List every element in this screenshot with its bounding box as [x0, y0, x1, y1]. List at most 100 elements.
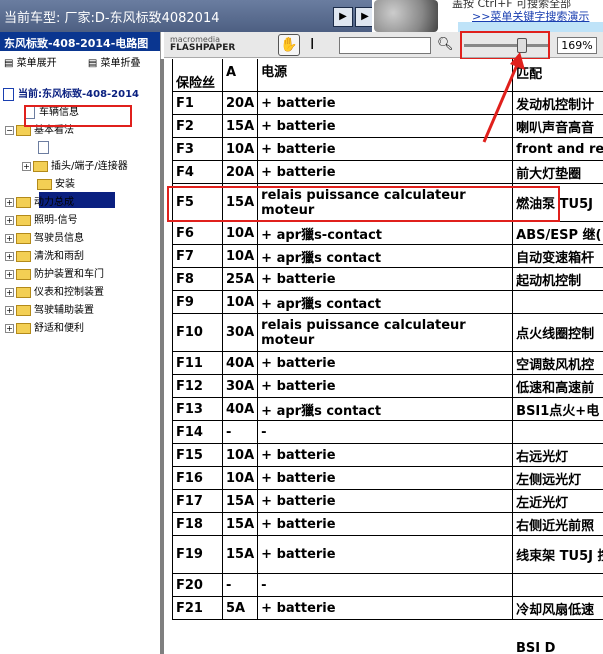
table-row: F20- - [172, 573, 603, 597]
expand-icon[interactable]: + [5, 251, 14, 261]
folder-icon [16, 304, 31, 316]
folder-icon [16, 232, 31, 244]
expand-icon[interactable]: + [5, 197, 14, 207]
table-row: F1 20A + batterie 发动机控制计 [172, 91, 603, 115]
tree-item-driving-aids[interactable]: + 驾驶辅助装置 [5, 302, 94, 320]
function-cell: 线束架 TU5J 控制 [512, 535, 603, 574]
amperage-cell: 10A [221, 443, 259, 467]
table-row: F9 10A + apr獵s contact [172, 290, 603, 314]
tree-item-instruments[interactable]: + 仪表和控制装置 [5, 284, 104, 302]
zoom-level-field[interactable]: 169% [557, 37, 597, 54]
fuse-id-cell: F21 [172, 596, 223, 620]
banner-image [374, 0, 438, 32]
tree-item-install[interactable]: 安装 [37, 176, 75, 194]
fuse-f5-highlight [167, 186, 560, 222]
power-source-cell: + batterie [257, 114, 514, 138]
page-footer-text: BSI D [516, 641, 556, 654]
fuse-id-cell: F15 [172, 443, 223, 467]
tree-item-driver-info[interactable]: + 驾驶员信息 [5, 230, 84, 248]
tree-root[interactable]: 当前:东风标致-408-2014 [3, 86, 139, 104]
power-source-cell: + batterie [257, 443, 514, 467]
header-cell: 电源 [257, 59, 514, 92]
tree-item-wash-wipe[interactable]: + 清洗和雨刮 [5, 248, 84, 266]
expand-icon[interactable]: + [5, 287, 14, 297]
fuse-id-cell: F2 [172, 114, 223, 138]
function-cell: 喇叭声音高音 [512, 114, 603, 138]
amperage-cell: 10A [221, 244, 259, 268]
power-source-cell: + batterie [257, 137, 514, 161]
table-row: F18 15A + batterie 右侧近光前照 [172, 512, 603, 536]
expand-icon[interactable]: + [22, 161, 31, 171]
fuse-id-cell: F16 [172, 466, 223, 490]
ad-banner[interactable]: 盖按 Ctrl+F 可搜索全部 >>菜单关键字搜索演示 [372, 0, 603, 32]
power-source-cell: + batterie [257, 351, 514, 375]
amperage-cell: 30A [221, 313, 259, 352]
tree-item-comfort[interactable]: + 舒适和便利 [5, 320, 84, 338]
power-source-cell: + batterie [257, 466, 514, 490]
function-cell: 左侧远光灯 [512, 466, 603, 490]
hand-tool-icon[interactable]: ✋ [278, 34, 300, 56]
function-cell [512, 573, 603, 597]
amperage-cell: 5A [221, 596, 259, 620]
fuse-id-cell: F1 [172, 91, 223, 115]
tree-item-powertrain[interactable]: + 动力总成 [5, 194, 74, 212]
amperage-cell: 25A [221, 267, 259, 291]
power-source-cell: + batterie [257, 267, 514, 291]
folder-icon [37, 178, 52, 190]
folder-icon [16, 268, 31, 280]
document-icon [38, 140, 49, 154]
amperage-cell: 10A [221, 290, 259, 314]
fuse-id-cell: F19 [172, 535, 223, 574]
power-source-cell: + batterie [257, 91, 514, 115]
search-input[interactable] [339, 37, 431, 54]
power-source-cell: + batterie [257, 535, 514, 574]
text-select-icon[interactable]: I [310, 35, 314, 53]
power-source-cell: relais puissance calculateur moteur [257, 313, 514, 352]
power-source-cell: + batterie [257, 160, 514, 184]
amperage-cell: 20A [221, 91, 259, 115]
amperage-cell: 10A [221, 137, 259, 161]
zoom-highlight [460, 31, 550, 60]
search-icon[interactable]: 🔍︎ [437, 37, 454, 52]
power-source-cell: - [257, 573, 514, 597]
expand-icon[interactable]: + [5, 215, 14, 225]
table-row: F8 25A + batterie 起动机控制 [172, 267, 603, 291]
function-cell: 点火线圈控制 [512, 313, 603, 352]
fuse-id-cell: F18 [172, 512, 223, 536]
nav-forward-button[interactable]: ▶ [333, 7, 353, 27]
tree-item-lighting[interactable]: + 照明-信号 [5, 212, 78, 230]
fuse-table: 保险丝 A 电源 匹配 F1 20A + batterie 发动机控制计 F2 15A + … [172, 59, 603, 620]
document-view[interactable]: 保险丝 A 电源 匹配 F1 20A + batterie 发动机控制计 F2 15A + … [164, 59, 603, 654]
tree-item-protection-doors[interactable]: + 防护装置和车门 [5, 266, 104, 284]
function-cell: BSI1点火+电 [512, 397, 603, 421]
collapse-icon[interactable]: − [5, 125, 14, 135]
expand-icon[interactable]: + [5, 233, 14, 243]
power-source-cell: + apr獵s contact [257, 397, 514, 421]
function-cell: 起动机控制 [512, 267, 603, 291]
table-row: F1915A+ batterie线束架 TU5J 控制 [172, 535, 603, 574]
function-cell [512, 420, 603, 444]
flashpaper-logo: macromedia FLASHPAPER [170, 35, 236, 53]
menu-collapse-button[interactable]: ▤ 菜单折叠 [88, 58, 155, 69]
tree-item-connectors[interactable]: + 插头/端子/连接器 [22, 158, 128, 176]
amperage-cell: 15A [221, 489, 259, 513]
function-cell: 前大灯垫圈 [512, 160, 603, 184]
amperage-cell: - [221, 573, 259, 597]
expand-icon[interactable]: + [5, 269, 14, 279]
table-row: F2 15A + batterie 喇叭声音高音 [172, 114, 603, 138]
expand-icon[interactable]: + [5, 305, 14, 315]
fuse-id-cell: F6 [172, 221, 223, 245]
table-row: F14- - [172, 420, 603, 444]
table-row: F6 10A + apr獵s-contact ABS/ESP 继( [172, 221, 603, 245]
table-row: F10 30A relais puissance calculateur moteu… [172, 313, 603, 352]
tree-item-fuse-layout[interactable]: 布置保险丝 [38, 139, 103, 157]
expand-icon[interactable]: + [5, 323, 14, 333]
menu-expand-button[interactable]: ▤ 菜单展开 [4, 58, 71, 69]
sidebar-header: 东风标致-408-2014-电路图 [0, 32, 160, 51]
header-cell: 匹配 [512, 59, 603, 92]
table-row: F310A+ batteriefront and rea [172, 137, 603, 161]
amperage-cell: 40A [221, 351, 259, 375]
function-cell: 发动机控制计 [512, 91, 603, 115]
table-row: F11 40A + batterie 空调鼓风机控 [172, 351, 603, 375]
folder-icon [16, 214, 31, 226]
